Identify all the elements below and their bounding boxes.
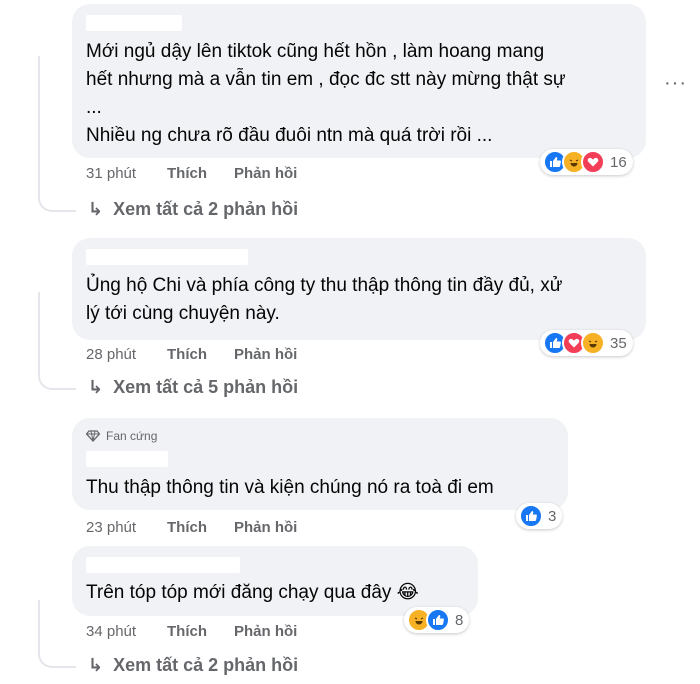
comment-text: Thu thập thông tin và kiện chúng nó ra t… bbox=[86, 477, 494, 498]
view-replies-link[interactable]: ↳ Xem tất cả 2 phản hồi bbox=[88, 199, 298, 220]
comment-actions: 28 phút Thích Phản hồi bbox=[86, 346, 297, 363]
comment-bubble: Mới ngủ dậy lên tiktok cũng hết hồn , là… bbox=[72, 4, 646, 158]
reaction-summary[interactable]: 3 bbox=[516, 503, 563, 529]
thread-line bbox=[38, 600, 76, 668]
reaction-summary[interactable]: 8 bbox=[404, 607, 470, 633]
author-name-redacted[interactable] bbox=[86, 557, 240, 573]
comment-actions: 34 phút Thích Phản hồi bbox=[86, 623, 297, 640]
view-replies-link[interactable]: ↳ Xem tất cả 5 phản hồi bbox=[88, 377, 298, 398]
comment-text: Trên tóp tóp mới đăng chạy qua đây 😂 bbox=[86, 582, 419, 603]
comment-time[interactable]: 28 phút bbox=[86, 346, 167, 363]
diamond-icon bbox=[86, 430, 100, 442]
view-replies-label: Xem tất cả 2 phản hồi bbox=[113, 199, 299, 219]
heart-icon bbox=[581, 150, 605, 174]
comment-bubble: Ủng hộ Chi và phía công ty thu thập thôn… bbox=[72, 238, 646, 340]
reply-arrow-icon: ↳ bbox=[88, 655, 104, 675]
thread-line bbox=[38, 56, 76, 212]
badge-label: Fan cứng bbox=[106, 429, 158, 443]
view-replies-label: Xem tất cả 5 phản hồi bbox=[113, 377, 299, 397]
comment-text: Mới ngủ dậy lên tiktok cũng hết hồn , là… bbox=[86, 41, 566, 146]
reaction-count: 16 bbox=[610, 153, 627, 171]
view-replies-label: Xem tất cả 2 phản hồi bbox=[113, 655, 299, 675]
like-button[interactable]: Thích bbox=[167, 346, 234, 363]
reply-arrow-icon: ↳ bbox=[88, 377, 104, 397]
reaction-count: 3 bbox=[548, 507, 557, 525]
reply-button[interactable]: Phản hồi bbox=[234, 165, 297, 182]
reaction-summary[interactable]: 16 bbox=[540, 149, 633, 175]
author-name-redacted[interactable] bbox=[86, 15, 182, 31]
laughing-face-icon bbox=[581, 331, 605, 355]
reply-arrow-icon: ↳ bbox=[88, 199, 104, 219]
view-replies-link[interactable]: ↳ Xem tất cả 2 phản hồi bbox=[88, 655, 298, 676]
like-button[interactable]: Thích bbox=[167, 165, 234, 182]
author-name-redacted[interactable] bbox=[86, 249, 248, 265]
like-button[interactable]: Thích bbox=[167, 519, 234, 536]
comment-bubble: Trên tóp tóp mới đăng chạy qua đây 😂 bbox=[72, 546, 478, 616]
comment-time[interactable]: 23 phút bbox=[86, 519, 167, 536]
thumbs-up-icon bbox=[519, 504, 543, 528]
comment-text: Ủng hộ Chi và phía công ty thu thập thôn… bbox=[86, 275, 563, 324]
comment-time[interactable]: 34 phút bbox=[86, 623, 167, 640]
comment-actions: 23 phút Thích Phản hồi bbox=[86, 519, 297, 536]
reply-button[interactable]: Phản hồi bbox=[234, 623, 297, 640]
comment-bubble: Fan cứng Thu thập thông tin và kiện chún… bbox=[72, 418, 568, 510]
reaction-count: 35 bbox=[610, 334, 627, 352]
reply-button[interactable]: Phản hồi bbox=[234, 519, 297, 536]
author-name-redacted[interactable] bbox=[86, 451, 168, 467]
thread-line bbox=[38, 292, 76, 390]
like-button[interactable]: Thích bbox=[167, 623, 234, 640]
fan-badge[interactable]: Fan cứng bbox=[86, 429, 157, 443]
comment-time[interactable]: 31 phút bbox=[86, 165, 167, 182]
thumbs-up-icon bbox=[426, 608, 450, 632]
comment-actions: 31 phút Thích Phản hồi bbox=[86, 165, 297, 182]
more-options-button[interactable]: ··· bbox=[664, 72, 687, 95]
reply-button[interactable]: Phản hồi bbox=[234, 346, 297, 363]
reaction-summary[interactable]: 35 bbox=[540, 330, 633, 356]
reaction-count: 8 bbox=[455, 611, 464, 629]
